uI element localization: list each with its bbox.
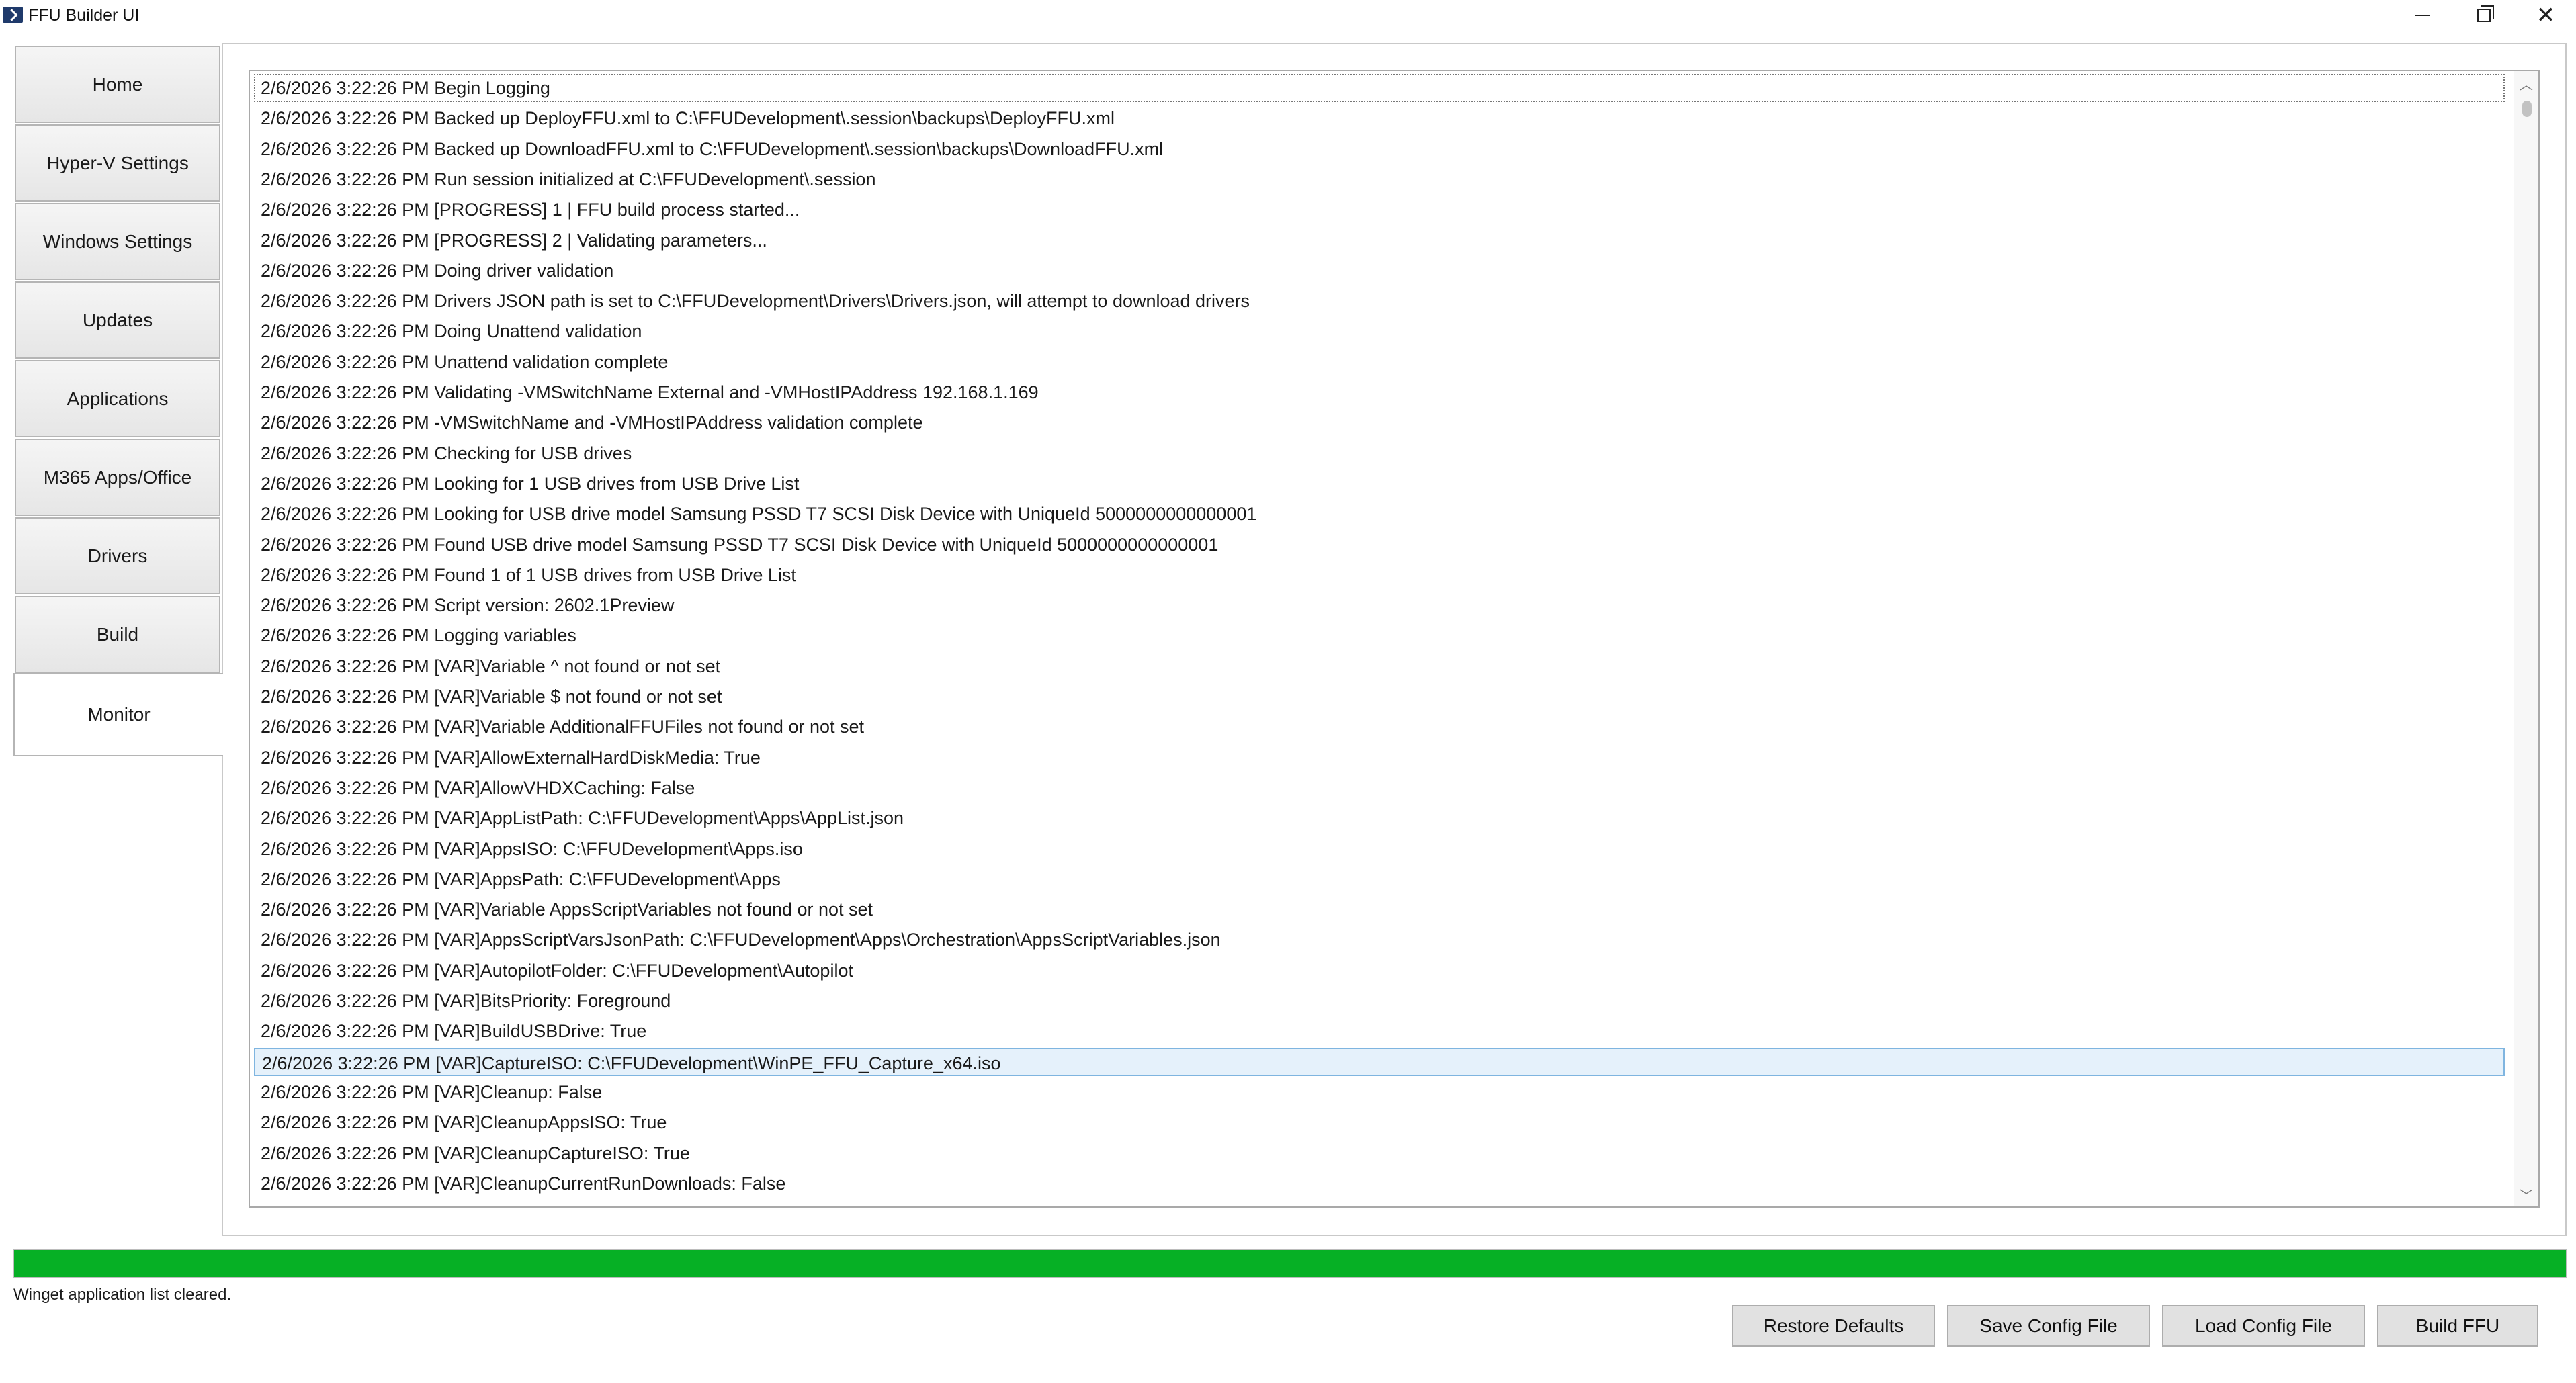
log-line[interactable]: 2/6/2026 3:22:26 PM Doing Unattend valid… bbox=[254, 317, 2505, 345]
scroll-up-icon[interactable]: ︿ bbox=[2514, 71, 2538, 95]
tab-updates[interactable]: Updates bbox=[15, 281, 220, 359]
tab-home[interactable]: Home bbox=[15, 46, 220, 123]
log-line[interactable]: 2/6/2026 3:22:26 PM Looking for USB driv… bbox=[254, 500, 2505, 528]
restore-window-icon bbox=[2477, 9, 2491, 22]
log-line[interactable]: 2/6/2026 3:22:26 PM [VAR]Variable Additi… bbox=[254, 713, 2505, 741]
log-listbox[interactable]: 2/6/2026 3:22:26 PM Begin Logging 2/6/202… bbox=[249, 70, 2540, 1208]
log-line[interactable]: 2/6/2026 3:22:26 PM Found USB drive mode… bbox=[254, 531, 2505, 559]
log-line[interactable]: 2/6/2026 3:22:26 PM [VAR]Variable $ not … bbox=[254, 682, 2505, 711]
log-scrollbar[interactable]: ︿ ﹀ bbox=[2514, 71, 2538, 1206]
load-config-button[interactable]: Load Config File bbox=[2162, 1305, 2365, 1347]
log-line[interactable]: 2/6/2026 3:22:26 PM Unattend validation … bbox=[254, 348, 2505, 376]
log-line[interactable]: 2/6/2026 3:22:26 PM -VMSwitchName and -V… bbox=[254, 408, 2505, 437]
log-line[interactable]: 2/6/2026 3:22:26 PM [VAR]BuildUSBDrive: … bbox=[254, 1017, 2505, 1045]
tab-m365-apps-office[interactable]: M365 Apps/Office bbox=[15, 439, 220, 516]
log-line[interactable]: 2/6/2026 3:22:26 PM [VAR]Cleanup: False bbox=[254, 1078, 2505, 1106]
log-line[interactable]: 2/6/2026 3:22:26 PM Backed up DeployFFU.… bbox=[254, 104, 2505, 132]
log-line[interactable]: 2/6/2026 3:22:26 PM Validating -VMSwitch… bbox=[254, 378, 2505, 406]
log-line[interactable]: 2/6/2026 3:22:26 PM [VAR]BitsPriority: F… bbox=[254, 987, 2505, 1015]
restore-button[interactable] bbox=[2454, 0, 2514, 31]
log-line[interactable]: 2/6/2026 3:22:26 PM Checking for USB dri… bbox=[254, 439, 2505, 467]
log-line[interactable]: 2/6/2026 3:22:26 PM [PROGRESS] 1 | FFU b… bbox=[254, 195, 2505, 224]
scroll-down-icon[interactable]: ﹀ bbox=[2514, 1182, 2538, 1206]
log-line[interactable]: 2/6/2026 3:22:26 PM [VAR]CleanupCurrentR… bbox=[254, 1169, 2505, 1198]
build-ffu-button[interactable]: Build FFU bbox=[2377, 1305, 2538, 1347]
log-line[interactable]: 2/6/2026 3:22:26 PM [VAR]AutopilotFolder… bbox=[254, 956, 2505, 985]
log-line[interactable]: 2/6/2026 3:22:26 PM [VAR]CleanupCaptureI… bbox=[254, 1139, 2505, 1167]
tab-monitor[interactable]: Monitor bbox=[13, 673, 223, 756]
scroll-thumb[interactable] bbox=[2522, 101, 2532, 117]
log-line[interactable]: 2/6/2026 3:22:26 PM Found 1 of 1 USB dri… bbox=[254, 561, 2505, 589]
log-line[interactable]: 2/6/2026 3:22:26 PM [VAR]AppListPath: C:… bbox=[254, 804, 2505, 832]
log-line[interactable]: 2/6/2026 3:22:26 PM [VAR]AppsPath: C:\FF… bbox=[254, 865, 2505, 893]
tab-windows-settings[interactable]: Windows Settings bbox=[15, 203, 220, 280]
title-bar: FFU Builder UI ✕ bbox=[0, 0, 2576, 31]
log-line[interactable]: 2/6/2026 3:22:26 PM [VAR]CaptureISO: C:\… bbox=[254, 1047, 2505, 1076]
log-line[interactable]: 2/6/2026 3:22:26 PM Script version: 2602… bbox=[254, 591, 2505, 619]
tab-drivers[interactable]: Drivers bbox=[15, 517, 220, 594]
progress-fill bbox=[14, 1250, 2566, 1277]
log-line[interactable]: 2/6/2026 3:22:26 PM Run session initiali… bbox=[254, 165, 2505, 193]
log-line[interactable]: 2/6/2026 3:22:26 PM [VAR]AppsISO: C:\FFU… bbox=[254, 835, 2505, 863]
log-line[interactable]: 2/6/2026 3:22:26 PM [VAR]CleanupAppsISO:… bbox=[254, 1108, 2505, 1136]
log-line[interactable]: 2/6/2026 3:22:26 PM [VAR]Variable AppsSc… bbox=[254, 895, 2505, 924]
tab-hyper-v-settings[interactable]: Hyper-V Settings bbox=[15, 124, 220, 202]
close-button[interactable]: ✕ bbox=[2516, 0, 2576, 31]
log-line[interactable]: 2/6/2026 3:22:26 PM Doing driver validat… bbox=[254, 257, 2505, 285]
tab-build[interactable]: Build bbox=[15, 596, 220, 673]
log-line[interactable]: 2/6/2026 3:22:26 PM Backed up DownloadFF… bbox=[254, 135, 2505, 163]
log-line[interactable]: 2/6/2026 3:22:26 PM [VAR]AllowExternalHa… bbox=[254, 744, 2505, 772]
log-line[interactable]: 2/6/2026 3:22:26 PM [PROGRESS] 2 | Valid… bbox=[254, 226, 2505, 255]
log-line[interactable]: 2/6/2026 3:22:26 PM Begin Logging bbox=[254, 74, 2505, 102]
status-text: Winget application list cleared. bbox=[13, 1286, 232, 1304]
log-line[interactable]: 2/6/2026 3:22:26 PM [VAR]AppsScriptVarsJ… bbox=[254, 926, 2505, 954]
log-line[interactable]: 2/6/2026 3:22:26 PM [VAR]Variable ^ not … bbox=[254, 652, 2505, 680]
restore-defaults-button[interactable]: Restore Defaults bbox=[1732, 1305, 1935, 1347]
minimize-icon bbox=[2415, 15, 2430, 16]
save-config-button[interactable]: Save Config File bbox=[1947, 1305, 2150, 1347]
tab-applications[interactable]: Applications bbox=[15, 360, 220, 437]
minimize-button[interactable] bbox=[2392, 0, 2452, 31]
log-line[interactable]: 2/6/2026 3:22:26 PM [VAR]AllowVHDXCachin… bbox=[254, 774, 2505, 802]
log-line[interactable]: 2/6/2026 3:22:26 PM Looking for 1 USB dr… bbox=[254, 470, 2505, 498]
window-title: FFU Builder UI bbox=[28, 6, 140, 25]
build-progress-bar bbox=[13, 1249, 2567, 1278]
powershell-icon bbox=[3, 7, 23, 23]
log-line[interactable]: 2/6/2026 3:22:26 PM Drivers JSON path is… bbox=[254, 287, 2505, 315]
log-line[interactable]: 2/6/2026 3:22:26 PM Logging variables bbox=[254, 621, 2505, 650]
close-icon: ✕ bbox=[2536, 3, 2556, 28]
